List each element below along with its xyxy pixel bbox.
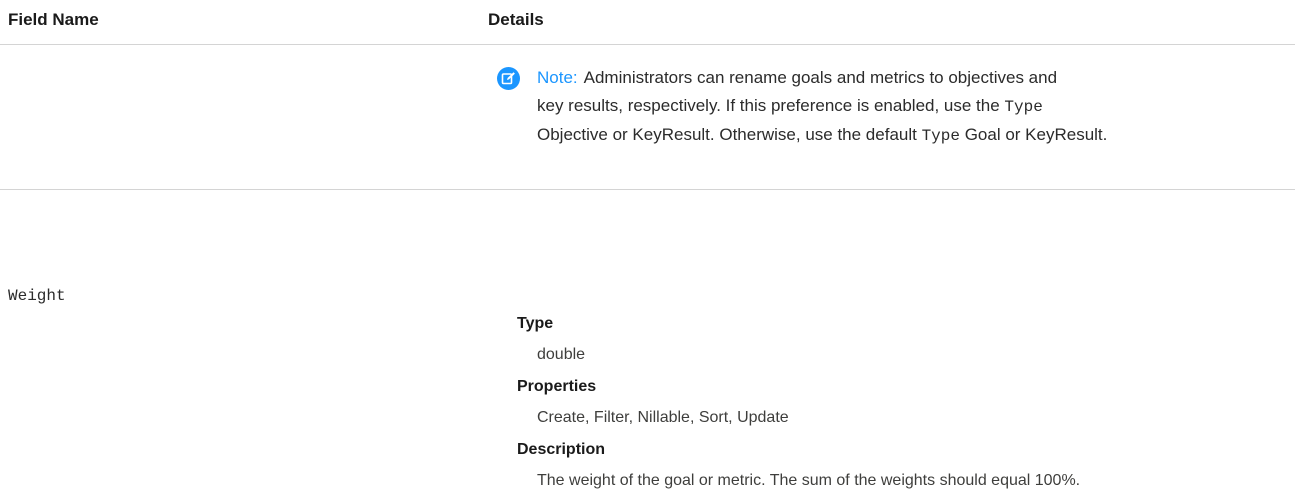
edit-note-icon xyxy=(497,67,520,90)
note-line-2: key results, respectively. If this prefe… xyxy=(537,96,1043,116)
type-label: Type xyxy=(517,315,554,332)
type-value: double xyxy=(537,346,586,363)
table-row: Weight Type double Properties Create, Fi… xyxy=(0,190,1295,504)
field-table: Field Name Details Note: Administrators c… xyxy=(0,0,1295,489)
note-text: Note: Administrators can rename goals and… xyxy=(537,64,1287,150)
note-label: Note: xyxy=(537,68,578,87)
field-name: Weight xyxy=(8,287,66,305)
column-header-details: Details xyxy=(488,10,544,29)
note-row-cell: Note: Administrators can rename goals and… xyxy=(0,45,1295,190)
description-value: The weight of the goal or metric. The su… xyxy=(537,472,1081,489)
column-header-field-name: Field Name xyxy=(8,10,99,29)
description-label: Description xyxy=(517,441,606,458)
properties-value: Create, Filter, Nillable, Sort, Update xyxy=(537,409,789,426)
code-type: Type xyxy=(1004,98,1043,116)
note-row: Note: Administrators can rename goals and… xyxy=(0,45,1295,489)
note-line-1: Note: Administrators can rename goals and… xyxy=(537,68,1058,87)
code-type: Type xyxy=(921,127,960,145)
properties-label: Properties xyxy=(517,378,597,395)
note-line-3: Objective or KeyResult. Otherwise, use t… xyxy=(537,125,1108,145)
table-header: Field Name Details xyxy=(0,0,1295,45)
